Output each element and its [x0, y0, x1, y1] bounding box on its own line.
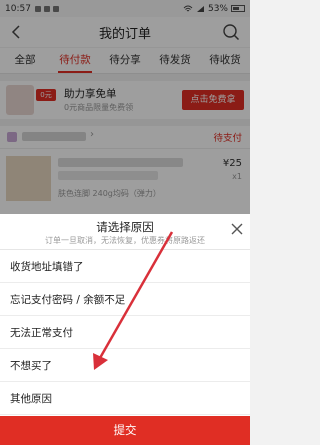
sheet-header: 请选择原因 订单一旦取消，无法恢复，优惠券将原路返还: [0, 214, 250, 250]
reason-option[interactable]: 收货地址填错了: [0, 251, 250, 283]
close-icon[interactable]: [230, 222, 244, 236]
reason-option[interactable]: 无法正常支付: [0, 317, 250, 349]
submit-button[interactable]: 提交: [0, 416, 250, 445]
reason-option-not-wanted[interactable]: 不想买了: [0, 350, 250, 382]
sheet-subtitle: 订单一旦取消，无法恢复，优惠券将原路返还: [45, 236, 205, 245]
reason-option[interactable]: 其他原因: [0, 383, 250, 415]
sheet-title: 请选择原因: [96, 220, 154, 234]
cancel-reason-sheet: 请选择原因 订单一旦取消，无法恢复，优惠券将原路返还 收货地址填错了 忘记支付密…: [0, 214, 250, 445]
reason-option[interactable]: 忘记支付密码 / 余额不足: [0, 284, 250, 316]
